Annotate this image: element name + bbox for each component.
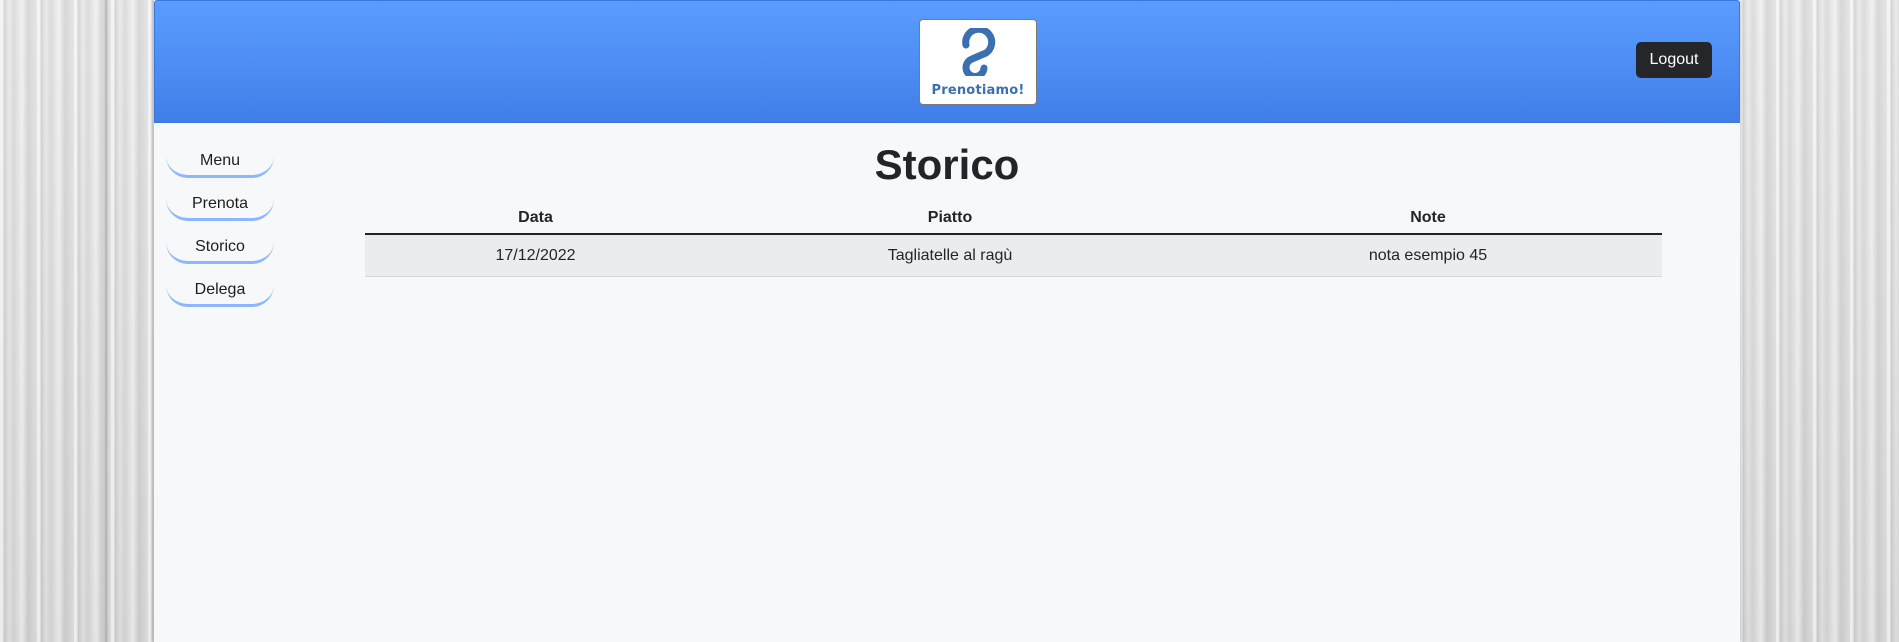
cell-piatto: Tagliatelle al ragù xyxy=(706,234,1194,277)
app-logo[interactable]: Prenotiamo! xyxy=(919,19,1037,105)
cell-data: 17/12/2022 xyxy=(365,234,706,277)
logout-button[interactable]: Logout xyxy=(1636,42,1712,78)
logo-text: Prenotiamo! xyxy=(931,83,1025,98)
sidebar-item-prenota[interactable]: Prenota xyxy=(166,189,274,221)
wood-background-right xyxy=(1740,0,1899,642)
wood-background-left xyxy=(0,0,154,642)
app-container: Prenotiamo! Logout Menu Prenota Storico … xyxy=(154,0,1740,642)
cell-note: nota esempio 45 xyxy=(1194,234,1662,277)
sidebar-item-storico[interactable]: Storico xyxy=(166,232,274,264)
column-header-data: Data xyxy=(365,202,706,235)
page-title: Storico xyxy=(874,141,1020,188)
sidebar-item-delega[interactable]: Delega xyxy=(166,275,274,307)
history-table-wrapper: Data Piatto Note 17/12/2022 Tagliatelle … xyxy=(365,202,1662,277)
logo-knot-icon xyxy=(962,28,996,76)
header-bar: Prenotiamo! Logout xyxy=(154,0,1740,123)
table-row: 17/12/2022 Tagliatelle al ragù nota esem… xyxy=(365,234,1662,277)
column-header-note: Note xyxy=(1194,202,1662,235)
table-header-row: Data Piatto Note xyxy=(365,202,1662,235)
column-header-piatto: Piatto xyxy=(706,202,1194,235)
history-table: Data Piatto Note 17/12/2022 Tagliatelle … xyxy=(365,202,1662,277)
